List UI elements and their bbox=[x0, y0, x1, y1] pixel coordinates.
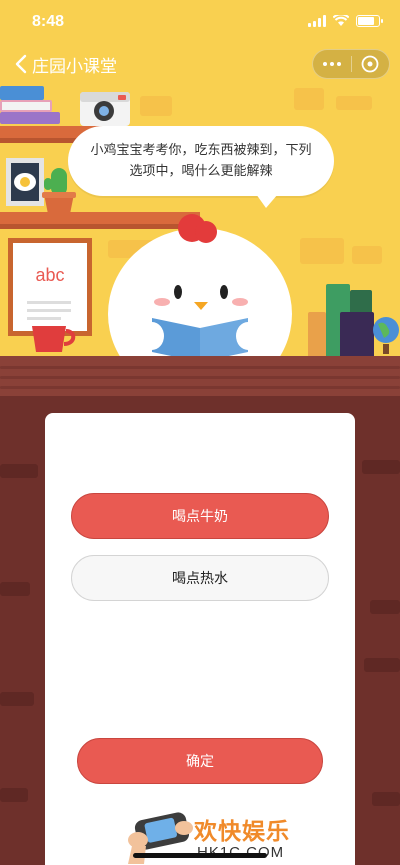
table-wave bbox=[0, 376, 400, 379]
question-text: 小鸡宝宝考考你，吃东西被辣到，下列选项中，喝什么更能解辣 bbox=[90, 143, 312, 179]
more-dots-icon bbox=[322, 62, 327, 66]
confirm-label: 确定 bbox=[186, 754, 214, 770]
brick bbox=[370, 600, 400, 614]
wifi-icon bbox=[333, 15, 349, 26]
book bbox=[0, 112, 60, 124]
signal-icon bbox=[308, 15, 326, 27]
close-circle-icon bbox=[361, 55, 379, 73]
answer-card: 喝点牛奶 喝点热水 确定 bbox=[45, 413, 355, 865]
table-wave bbox=[0, 386, 400, 389]
close-button[interactable] bbox=[352, 55, 390, 73]
status-icons bbox=[308, 15, 383, 27]
board-letters: abc bbox=[13, 265, 87, 286]
battery-icon bbox=[356, 15, 383, 27]
chick-mascot bbox=[108, 214, 292, 362]
status-bar: 8:48 bbox=[0, 0, 400, 44]
book bbox=[340, 312, 374, 358]
globe-icon bbox=[373, 317, 399, 354]
wall-tile bbox=[300, 238, 344, 264]
watermark-main-text: 欢快娱乐 bbox=[194, 819, 290, 845]
fried-egg-icon bbox=[14, 173, 36, 191]
brick bbox=[364, 658, 400, 672]
mini-program-capsule bbox=[312, 49, 390, 79]
home-indicator bbox=[133, 853, 267, 858]
table-top bbox=[0, 356, 400, 396]
brick bbox=[362, 460, 400, 474]
option-label: 喝点热水 bbox=[172, 571, 228, 587]
status-time: 8:48 bbox=[32, 13, 65, 30]
cup-icon bbox=[32, 326, 76, 352]
book bbox=[0, 86, 44, 100]
back-button[interactable]: 庄园小课堂 bbox=[14, 50, 117, 78]
confirm-button[interactable]: 确定 bbox=[77, 738, 323, 784]
picture-frame bbox=[6, 158, 44, 206]
chevron-left-icon bbox=[15, 54, 27, 74]
brick bbox=[0, 692, 34, 706]
table-wave bbox=[0, 366, 400, 369]
more-button[interactable] bbox=[313, 62, 351, 66]
book bbox=[308, 312, 326, 358]
camera-icon bbox=[80, 92, 130, 126]
nav-bar: 庄园小课堂 bbox=[0, 44, 400, 84]
option-hot-water-button[interactable]: 喝点热水 bbox=[71, 555, 329, 601]
option-label: 喝点牛奶 bbox=[172, 509, 228, 525]
question-bubble: 小鸡宝宝考考你，吃东西被辣到，下列选项中，喝什么更能解辣 bbox=[68, 126, 334, 208]
scene-illustration: abc 小鸡宝宝考考你，吃东西被辣到，下列选项中，喝什么更能解辣 8:48 庄园… bbox=[0, 0, 400, 362]
board-text: abc bbox=[35, 265, 65, 285]
brick bbox=[372, 792, 400, 806]
brick bbox=[0, 788, 28, 802]
brick bbox=[0, 464, 38, 478]
book bbox=[0, 100, 52, 112]
wall-tile bbox=[352, 246, 382, 264]
wall-tile bbox=[140, 96, 172, 116]
brick bbox=[0, 582, 30, 596]
wall-tile bbox=[336, 96, 372, 110]
wall-tile bbox=[294, 88, 324, 110]
page-title: 庄园小课堂 bbox=[32, 56, 117, 77]
option-milk-button[interactable]: 喝点牛奶 bbox=[71, 493, 329, 539]
